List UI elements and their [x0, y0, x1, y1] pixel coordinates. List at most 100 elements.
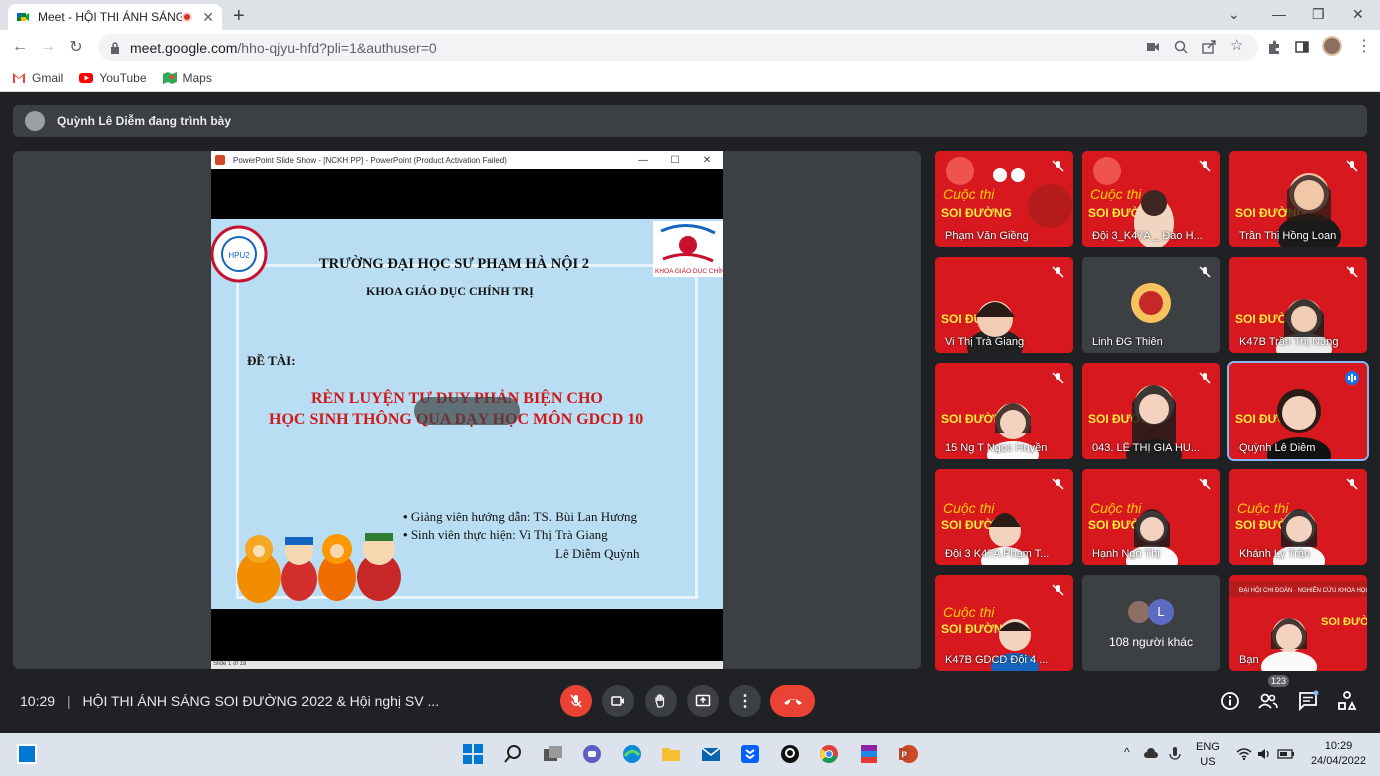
url-path: /hho-qjyu-hfd?pli=1&authuser=0 [237, 39, 437, 56]
participant-tile[interactable]: SOI ĐƯỜNG Vi Thị Trà Giang [935, 257, 1073, 353]
ppt-minimize-icon[interactable]: — [627, 155, 659, 166]
minimize-button[interactable]: — [1272, 6, 1286, 22]
participant-tile[interactable]: Cuộc thi SOI ĐƯỜNG Phạm Văn Giềng [935, 151, 1073, 247]
more-options-button[interactable]: ⋮ [729, 685, 761, 717]
cloud-icon[interactable] [1143, 746, 1159, 762]
battery-icon[interactable] [1277, 747, 1295, 761]
close-tab-icon[interactable]: ✕ [202, 9, 214, 26]
windows-start-icon[interactable] [462, 743, 484, 765]
participant-tile[interactable]: Cuộc thi SOI ĐƯỜNG Khánh Ly Trần [1229, 469, 1367, 565]
browser-toolbar: ← → ↻ meet.google.com/hho-qjyu-hfd?pli=1… [0, 30, 1380, 64]
tab-title: Meet - HỘI THI ÁNH SÁNG SO [38, 10, 183, 24]
mail-icon[interactable] [700, 743, 722, 765]
winrar-icon[interactable] [858, 743, 880, 765]
microphone-icon[interactable] [1168, 746, 1182, 762]
participant-tile[interactable]: SOI ĐƯỜNG K47B Trần Thị Năng [1229, 257, 1367, 353]
leave-call-button[interactable] [770, 685, 815, 717]
more-vert-icon: ⋮ [737, 693, 753, 710]
chat-icon[interactable] [1296, 689, 1320, 713]
search-icon[interactable] [502, 743, 524, 765]
profile-avatar[interactable] [1322, 36, 1342, 56]
volume-icon[interactable] [1256, 746, 1272, 762]
participant-tile[interactable]: Cuộc thi SOI ĐƯỜNG Hạnh Ngô Thị [1082, 469, 1220, 565]
bookmark-youtube[interactable]: YouTube [79, 70, 147, 85]
svg-text:SOI ĐƯỜNG: SOI ĐƯỜNG [941, 205, 1012, 220]
participant-name: Linh ĐG Thiên [1092, 336, 1163, 348]
github-icon[interactable] [779, 743, 801, 765]
slide-student2: Lê Diễm Quỳnh [555, 546, 640, 561]
wifi-icon[interactable] [1236, 746, 1252, 762]
chrome-icon[interactable] [818, 743, 840, 765]
bookmark-star-icon[interactable]: ☆ [1230, 36, 1246, 54]
self-tile[interactable]: ĐẠI HỘI CHI ĐOÀN · NGHIÊN CỨU KHOA HỌC SO… [1229, 575, 1367, 671]
bookmark-label: Gmail [32, 70, 64, 85]
tab-search-icon[interactable]: ⌄ [1228, 6, 1240, 23]
presentation-stage: PowerPoint Slide Show - [NCKH PP] - Powe… [13, 151, 921, 669]
more-participants-tile[interactable]: L 108 người khác [1082, 575, 1220, 671]
svg-text:P: P [902, 751, 908, 760]
edge-icon[interactable] [621, 743, 643, 765]
activities-icon[interactable] [1335, 689, 1359, 713]
bookmark-maps[interactable]: Maps [162, 71, 212, 85]
close-window-button[interactable]: ✕ [1352, 6, 1364, 23]
slide-students: • Sinh viên thực hiện: Vi Thị Trà Giang [403, 527, 608, 542]
tray-chevron-icon[interactable]: ^ [1124, 745, 1130, 759]
menu-icon[interactable]: ⋮ [1356, 36, 1372, 55]
ppt-close-icon[interactable]: ✕ [691, 155, 723, 166]
camera-icon[interactable] [1145, 39, 1161, 55]
participant-tile[interactable]: Linh ĐG Thiên [1082, 257, 1220, 353]
keyboard-code: US [1200, 756, 1216, 768]
svg-text:Cuộc thi: Cuộc thi [943, 500, 995, 516]
students-text: Sinh viên thực hiện: Vi Thị Trà Giang [410, 527, 608, 542]
slide-counter: Slide 1 of 18 [213, 661, 247, 667]
back-button[interactable]: ← [6, 38, 34, 56]
muted-icon [1052, 584, 1064, 596]
bookmark-label: YouTube [99, 70, 147, 85]
url-host: meet.google.com [130, 39, 238, 56]
widgets-icon[interactable] [17, 744, 37, 764]
people-button[interactable]: 123 [1256, 675, 1290, 713]
new-tab-button[interactable]: + [233, 5, 245, 28]
participant-tile[interactable]: Cuộc thi SOI ĐƯỜNG Đội 3_K47A _ Đào H... [1082, 151, 1220, 247]
maps-icon [162, 71, 177, 84]
cartoon-characters-icon [237, 533, 401, 603]
mic-off-button[interactable] [560, 685, 592, 717]
bookmark-gmail[interactable]: Gmail [12, 71, 63, 85]
muted-icon [1199, 160, 1211, 172]
participant-tile[interactable]: SOI ĐƯỜNG 043. LÊ THỊ GIA HU... [1082, 363, 1220, 459]
participant-name: Vi Thị Trà Giang [945, 336, 1025, 348]
reload-button[interactable]: ↻ [62, 37, 90, 57]
participant-tile[interactable]: Cuộc thi SOI ĐƯỜNG K47B GDCD Đội 4 ... [935, 575, 1073, 671]
participant-tile-speaking[interactable]: SOI ĐƯỜNG Quỳnh Lê Diễm [1227, 361, 1369, 461]
browser-tab[interactable]: Meet - HỘI THI ÁNH SÁNG SO ✕ [8, 4, 222, 30]
mic-off-icon [570, 694, 582, 708]
participant-tile[interactable]: SOI ĐƯỜNG Trần Thị Hồng Loan [1229, 151, 1367, 247]
faculty-logo-icon: KHOA GIÁO DỤC CHÍNH TRỊ [653, 221, 723, 277]
presenter-controls-overlay[interactable] [414, 397, 520, 425]
language-indicator[interactable]: ENG US [1196, 740, 1220, 770]
maximize-button[interactable]: ❐ [1312, 6, 1325, 23]
share-icon[interactable] [1201, 39, 1217, 55]
forward-button[interactable]: → [34, 38, 62, 56]
participant-tile[interactable]: SOI ĐƯỜNG 15 Ng T Ngọc Huyền [935, 363, 1073, 459]
participant-tile[interactable]: Cuộc thi SOI ĐƯỜNG Đội 3 K47A Phạm T... [935, 469, 1073, 565]
clock[interactable]: 10:29 24/04/2022 [1311, 739, 1366, 769]
address-bar[interactable]: meet.google.com/hho-qjyu-hfd?pli=1&authu… [98, 34, 1258, 61]
extensions-icon[interactable] [1266, 39, 1282, 55]
file-explorer-icon[interactable] [660, 743, 682, 765]
powerpoint-icon[interactable]: P [897, 743, 919, 765]
present-button[interactable] [687, 685, 719, 717]
side-panel-icon[interactable] [1294, 39, 1310, 55]
meeting-details-icon[interactable] [1218, 689, 1242, 713]
raise-hand-button[interactable] [645, 685, 677, 717]
zoom-icon[interactable] [1173, 39, 1189, 55]
task-view-icon[interactable] [542, 743, 564, 765]
svg-text:ĐẠI HỘI CHI ĐOÀN · NGHIÊN CỨU: ĐẠI HỘI CHI ĐOÀN · NGHIÊN CỨU KHOA HỌC [1239, 586, 1367, 594]
ppt-maximize-icon[interactable]: ☐ [659, 155, 691, 166]
svg-text:KHOA GIÁO DỤC CHÍNH TRỊ: KHOA GIÁO DỤC CHÍNH TRỊ [655, 266, 723, 275]
dropbox-icon[interactable] [739, 743, 761, 765]
camera-button[interactable] [602, 685, 634, 717]
muted-icon [1052, 478, 1064, 490]
muted-icon [1052, 372, 1064, 384]
teams-chat-icon[interactable] [581, 743, 603, 765]
